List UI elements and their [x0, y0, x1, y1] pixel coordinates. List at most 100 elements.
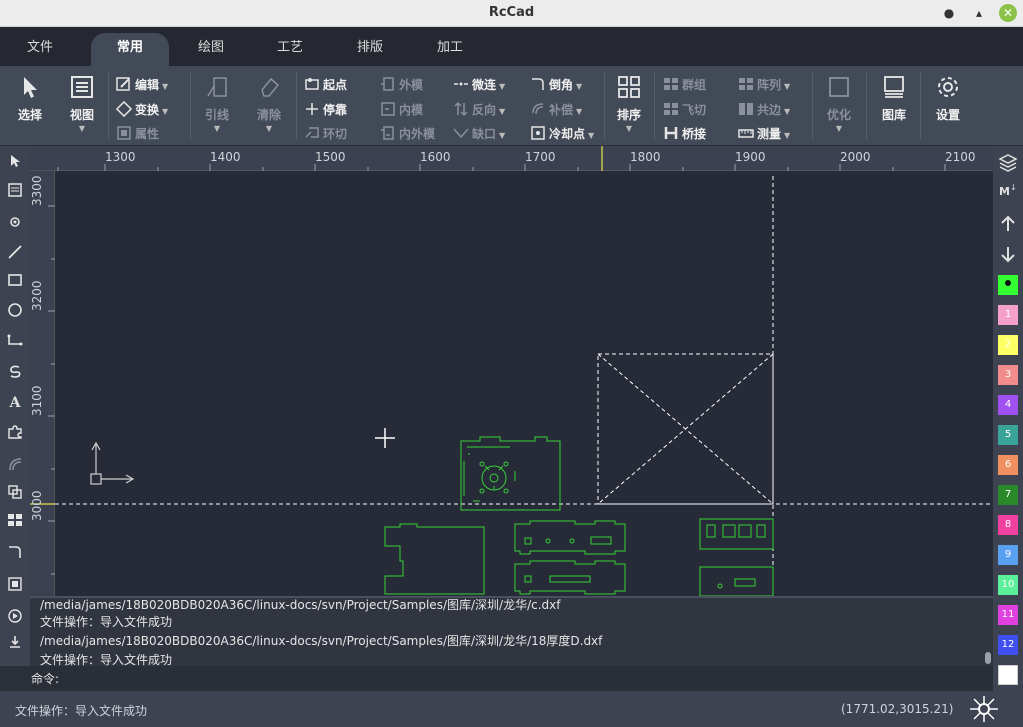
log-scrollbar[interactable]	[985, 598, 991, 666]
tab-machining[interactable]: 加工	[425, 33, 475, 66]
vertical-ruler-ticks	[30, 205, 55, 575]
layer-swatch[interactable]: 5	[998, 425, 1018, 445]
outer-mode-button[interactable]: 外模	[380, 75, 423, 95]
tab-file[interactable]: 文件	[15, 33, 65, 66]
layer-swatch[interactable]: 3	[998, 365, 1018, 385]
part-side-plate[interactable]	[384, 523, 485, 595]
inner-icon	[381, 102, 395, 116]
bottom-tool[interactable]	[4, 632, 26, 654]
tab-process[interactable]: 工艺	[265, 33, 315, 66]
bridge-button[interactable]: 桥接	[663, 124, 706, 144]
inner-mode-button[interactable]: 内模	[380, 100, 423, 120]
cursor-icon	[24, 77, 37, 98]
scrollbar-thumb[interactable]	[985, 652, 991, 664]
optimize-button[interactable]: 优化 ▼	[819, 72, 859, 142]
chamfer-button[interactable]: 倒角 ▼	[530, 75, 582, 95]
pointer-tool[interactable]	[4, 151, 26, 173]
cool-point-icon	[531, 126, 545, 140]
transform-button[interactable]: 变换 ▼	[116, 100, 168, 120]
layer-swatch[interactable]: 12	[998, 635, 1018, 655]
lead-button[interactable]: 引线 ▼	[197, 72, 237, 142]
line-tool[interactable]	[4, 242, 26, 264]
layer-swatch[interactable]: 4	[998, 395, 1018, 415]
layer-swatch[interactable]: 11	[998, 605, 1018, 625]
ruler-label: 3100	[30, 385, 44, 416]
export-icon	[10, 636, 20, 648]
line-icon	[8, 245, 22, 259]
tab-common[interactable]: 常用	[91, 33, 169, 66]
drawing-canvas[interactable]	[55, 171, 993, 596]
edit-button[interactable]: 编辑 ▼	[116, 75, 168, 95]
cool-point-button[interactable]: 冷却点 ▼	[530, 124, 594, 144]
point-icon	[10, 217, 20, 227]
sort-button[interactable]: 排序 ▼	[609, 72, 649, 142]
view-label: 视图	[69, 108, 94, 122]
minimize-button[interactable]: ●	[940, 4, 958, 22]
inner-outer-mode-button[interactable]: 内外模	[380, 124, 435, 144]
markdown-icon[interactable]: M ↓	[997, 180, 1019, 202]
command-input[interactable]	[70, 669, 970, 688]
clear-button[interactable]: 清除 ▼	[249, 72, 289, 142]
fly-cut-button[interactable]: 飞切	[663, 100, 706, 120]
snap-icon[interactable]	[966, 694, 1002, 724]
close-button[interactable]: ✕	[999, 4, 1017, 22]
layer-swatch[interactable]: 2	[998, 335, 1018, 355]
gallery-button[interactable]: 图库	[874, 72, 914, 142]
spiral-tool[interactable]	[4, 361, 26, 383]
loop-cut-button[interactable]: 环切	[304, 124, 347, 144]
settings-button[interactable]: 设置	[928, 72, 968, 142]
layer-swatch[interactable]: 1	[998, 305, 1018, 325]
layer-swatch[interactable]: 9	[998, 545, 1018, 565]
common-edge-button[interactable]: 共边 ▼	[738, 100, 790, 120]
group-button[interactable]: 群组	[663, 75, 706, 95]
layer-swatch[interactable]: 8	[998, 515, 1018, 535]
part-bracket-b[interactable]	[514, 560, 626, 595]
text-tool-icon[interactable]: A	[4, 392, 26, 414]
grid-icon	[8, 577, 22, 591]
layer-swatch[interactable]: 7	[998, 485, 1018, 505]
circle-icon	[8, 303, 22, 317]
stop-button[interactable]: 停靠	[304, 100, 347, 120]
micro-joint-button[interactable]: 微连 ▼	[453, 75, 505, 95]
layer-swatch[interactable]	[998, 275, 1018, 295]
layers-icon[interactable]	[997, 152, 1019, 174]
notch-button[interactable]: 缺口 ▼	[453, 124, 505, 144]
compensate-button[interactable]: 补偿 ▼	[530, 100, 582, 120]
list-tool[interactable]	[4, 180, 26, 202]
arrow-down-icon[interactable]	[997, 243, 1019, 265]
fillet-tool[interactable]	[4, 542, 26, 564]
polyline-tool[interactable]	[4, 330, 26, 352]
view-button[interactable]: 视图 ▼	[62, 72, 102, 142]
array-button[interactable]: 阵列 ▼	[738, 75, 790, 95]
tab-nesting[interactable]: 排版	[345, 33, 395, 66]
puzzle-tool[interactable]	[4, 422, 26, 444]
layer-swatch[interactable]	[998, 665, 1018, 685]
status-bar: 文件操作：导入文件成功 (1771.02,3015.21)	[0, 691, 1023, 727]
part-small-panel[interactable]	[699, 566, 774, 596]
layer-swatch[interactable]: 6	[998, 455, 1018, 475]
copy-tool[interactable]	[4, 482, 26, 504]
log-line: /media/james/18B020BDB020A36C/linux-docs…	[40, 598, 561, 612]
measure-button[interactable]: 测量 ▼	[738, 124, 790, 144]
property-button[interactable]: 属性	[116, 124, 159, 144]
part-bracket-a[interactable]	[514, 520, 626, 555]
part-panel-with-fan[interactable]	[460, 436, 561, 511]
part-io-panel[interactable]	[699, 518, 774, 550]
arc-tool[interactable]	[4, 454, 26, 476]
ruler-label: 3000	[30, 490, 44, 521]
rectangle-tool[interactable]	[4, 270, 26, 292]
play-tool[interactable]	[4, 606, 26, 628]
reverse-button[interactable]: 反向 ▼	[453, 100, 505, 120]
restore-button[interactable]: ▴	[970, 4, 988, 22]
point-tool[interactable]	[4, 212, 26, 234]
select-button[interactable]: 选择	[10, 72, 50, 142]
circle-tool[interactable]	[4, 300, 26, 322]
grid-tool[interactable]	[4, 574, 26, 596]
chamfer-label: 倒角	[549, 78, 574, 92]
layer-swatch[interactable]: 10	[998, 575, 1018, 595]
arrow-up-icon[interactable]	[997, 213, 1019, 235]
array-tool[interactable]	[4, 510, 26, 532]
sort-grid-icon	[618, 76, 640, 98]
start-point-button[interactable]: 起点	[304, 75, 347, 95]
tab-draw[interactable]: 绘图	[186, 33, 236, 66]
